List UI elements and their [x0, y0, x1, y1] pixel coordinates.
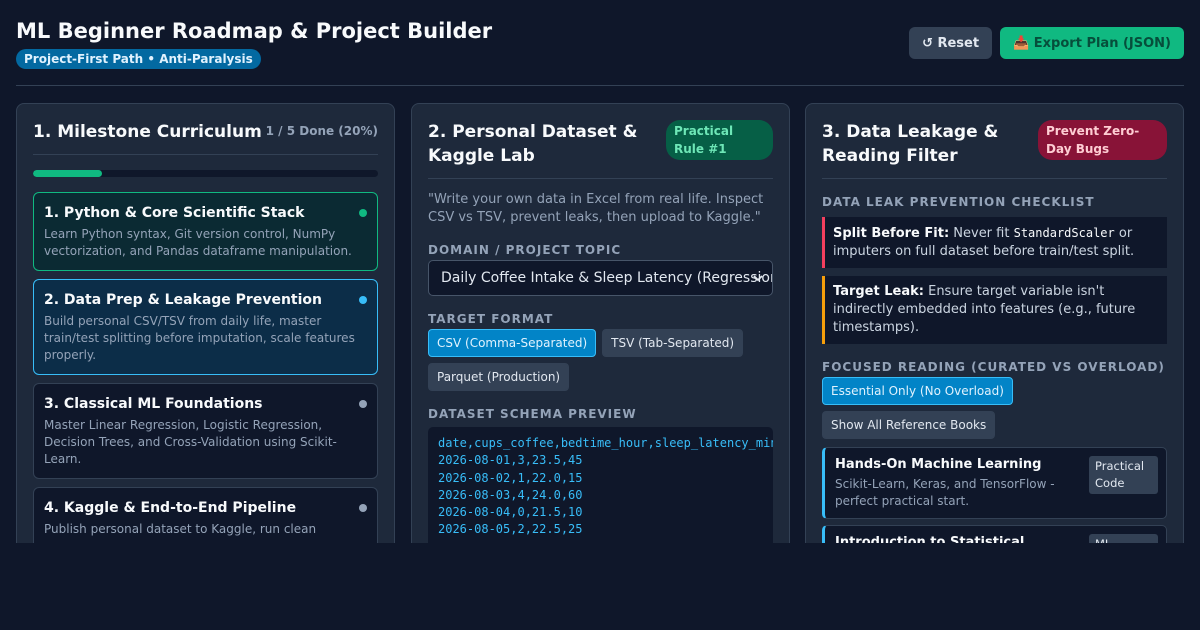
domain-label: DOMAIN / PROJECT TOPIC — [428, 243, 622, 257]
leak-check-lead: Target Leak: — [833, 284, 924, 299]
curriculum-title: 1. Milestone Curriculum — [33, 122, 262, 142]
milestone-card[interactable]: 3. Classical ML Foundations Master Linea… — [33, 383, 378, 479]
dataset-title: 2. Personal Dataset & Kaggle Lab — [428, 122, 638, 166]
export-plan-button[interactable]: 📥 Export Plan (JSON) — [1000, 27, 1184, 59]
app-root: ML Beginner Roadmap & Project Builder Pr… — [0, 0, 1200, 630]
checklist-label: DATA LEAK PREVENTION CHECKLIST — [822, 195, 1095, 209]
leak-check-code: StandardScaler — [1013, 226, 1115, 240]
schema-label: DATASET SCHEMA PREVIEW — [428, 407, 637, 421]
progress-bar — [33, 170, 378, 177]
reading-options: Essential Only (No Overload) Show All Re… — [822, 377, 1167, 439]
panels: 1. Milestone Curriculum 1 / 5 Done (20%)… — [16, 103, 1184, 543]
curriculum-panel: 1. Milestone Curriculum 1 / 5 Done (20%)… — [16, 103, 395, 543]
milestone-title: 2. Data Prep & Leakage Prevention — [44, 292, 322, 308]
book-card[interactable]: Hands-On Machine Learning Scikit-Learn, … — [822, 447, 1167, 519]
progress-text: 1 / 5 Done (20%) — [265, 124, 378, 138]
domain-select[interactable]: Daily Coffee Intake & Sleep Latency (Reg… — [428, 260, 773, 296]
leakage-header: 3. Data Leakage & Reading Filter Prevent… — [822, 120, 1167, 179]
zero-day-badge: Prevent Zero-Day Bugs — [1038, 120, 1167, 160]
leakage-panel: 3. Data Leakage & Reading Filter Prevent… — [805, 103, 1184, 543]
milestone-description: Learn Python syntax, Git version control… — [44, 227, 352, 258]
chevron-down-icon — [753, 275, 763, 282]
leak-check-item: Target Leak: Ensure target variable isn'… — [822, 276, 1167, 344]
progress-bar-fill — [33, 170, 102, 177]
milestone-title: 1. Python & Core Scientific Stack — [44, 205, 305, 221]
header: ML Beginner Roadmap & Project Builder Pr… — [16, 16, 1184, 86]
milestone-title: 4. Kaggle & End-to-End Pipeline — [44, 500, 297, 516]
schema-preview: date,cups_coffee,bedtime_hour,sleep_late… — [428, 427, 773, 543]
practical-rule-badge: Practical Rule #1 — [666, 120, 773, 160]
reading-option-all[interactable]: Show All Reference Books — [822, 411, 996, 439]
format-option-csv[interactable]: CSV (Comma-Separated) — [428, 329, 597, 357]
milestone-card[interactable]: 4. Kaggle & End-to-End Pipeline Publish … — [33, 487, 378, 543]
schema-line: 2026-08-03,4,24.0,60 — [438, 487, 583, 502]
book-tag: Practical Code — [1089, 456, 1158, 494]
status-active-icon — [359, 296, 367, 304]
milestone-description: Master Linear Regression, Logistic Regre… — [44, 418, 337, 466]
status-todo-icon — [359, 400, 367, 408]
dataset-header: 2. Personal Dataset & Kaggle Lab Practic… — [428, 120, 773, 179]
schema-line: 2026-08-04,0,21.5,10 — [438, 505, 583, 520]
schema-line: 2026-08-05,2,22.5,25 — [438, 522, 583, 537]
schema-line: date,cups_coffee,bedtime_hour,sleep_late… — [438, 436, 773, 450]
leakage-title: 3. Data Leakage & Reading Filter — [822, 122, 999, 166]
schema-line: 2026-08-02,1,22.0,15 — [438, 470, 583, 485]
format-option-parquet[interactable]: Parquet (Production) — [428, 363, 570, 391]
leak-check-lead: Split Before Fit: — [833, 226, 950, 241]
leak-check-text: Never fit — [949, 226, 1014, 241]
milestone-card[interactable]: 2. Data Prep & Leakage Prevention Build … — [33, 279, 378, 375]
format-label: TARGET FORMAT — [428, 312, 554, 326]
milestone-title: 3. Classical ML Foundations — [44, 396, 263, 412]
status-todo-icon — [359, 504, 367, 512]
status-done-icon — [359, 209, 367, 217]
book-card[interactable]: Introduction to Statistical Learning ML … — [822, 525, 1167, 543]
domain-select-value: Daily Coffee Intake & Sleep Latency (Reg… — [441, 270, 773, 286]
schema-line: 2026-08-01,3,23.5,45 — [438, 453, 583, 468]
header-actions: ↺ Reset 📥 Export Plan (JSON) — [909, 27, 1184, 59]
milestone-description: Build personal CSV/TSV from daily life, … — [44, 314, 355, 362]
reading-option-essential[interactable]: Essential Only (No Overload) — [822, 377, 1013, 405]
dataset-quote: "Write your own data in Excel from real … — [428, 192, 764, 225]
format-options: CSV (Comma-Separated) TSV (Tab-Separated… — [428, 329, 773, 391]
book-tag: ML Theory — [1089, 534, 1158, 543]
format-option-tsv[interactable]: TSV (Tab-Separated) — [602, 329, 744, 357]
subtitle-badge: Project-First Path • Anti-Paralysis — [16, 49, 261, 69]
dataset-panel: 2. Personal Dataset & Kaggle Lab Practic… — [411, 103, 790, 543]
leak-check-item: Split Before Fit: Never fit StandardScal… — [822, 217, 1167, 268]
milestone-description: Publish personal dataset to Kaggle, run … — [44, 522, 317, 536]
reading-label: FOCUSED READING (CURATED VS OVERLOAD) — [822, 360, 1165, 374]
curriculum-header: 1. Milestone Curriculum 1 / 5 Done (20%) — [33, 120, 378, 155]
reset-button[interactable]: ↺ Reset — [909, 27, 993, 59]
milestone-card[interactable]: 1. Python & Core Scientific Stack Learn … — [33, 192, 378, 271]
